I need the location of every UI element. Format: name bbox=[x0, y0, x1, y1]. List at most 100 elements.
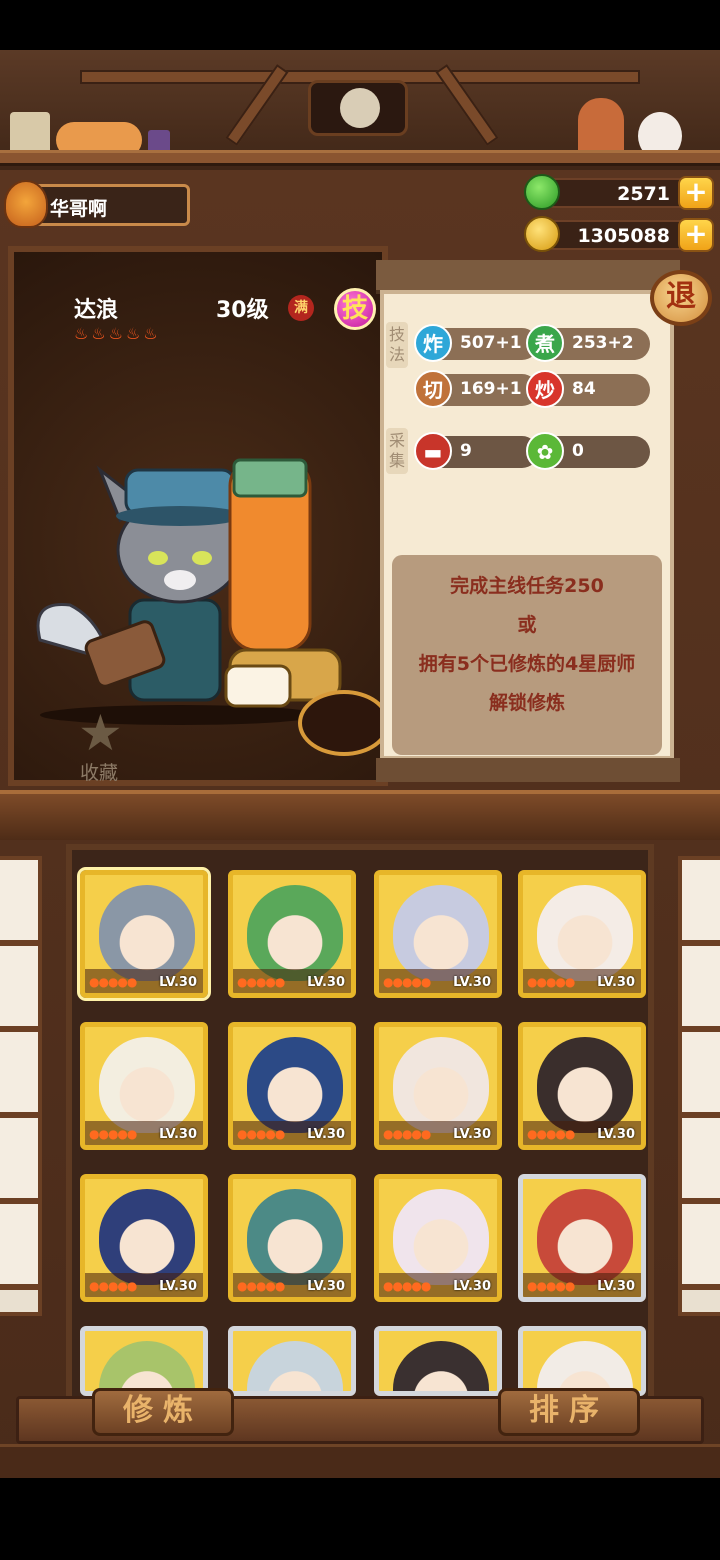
chef-portrait bbox=[247, 1189, 343, 1285]
max-level-badge: 满 bbox=[288, 295, 314, 321]
chef-name: 达浪 bbox=[74, 298, 119, 323]
flame-star-icon: ♨ bbox=[91, 324, 106, 343]
wolf-eye bbox=[192, 551, 212, 565]
card-stars: ●●●●● bbox=[527, 1127, 575, 1141]
card-stars: ●●●●● bbox=[89, 1127, 137, 1141]
chef-card[interactable]: ●●●●● LV.30 bbox=[228, 870, 356, 998]
left-door bbox=[0, 856, 42, 1316]
chef-card[interactable] bbox=[228, 1326, 356, 1396]
add-jade-button[interactable]: + bbox=[678, 176, 714, 210]
gold-currency: 1305088 + bbox=[524, 216, 714, 252]
flame-star-icon: ♨ bbox=[74, 324, 89, 343]
card-stars: ●●●●● bbox=[237, 1127, 285, 1141]
chef-card[interactable] bbox=[518, 1326, 646, 1396]
wolf-chef-illustration bbox=[36, 458, 342, 725]
cultivate-button[interactable]: 修炼 bbox=[92, 1388, 234, 1436]
flame-star-icon: ♨ bbox=[143, 324, 158, 343]
chef-card[interactable]: ●●●●● LV.30 bbox=[228, 1022, 356, 1150]
chef-card[interactable]: ●●●●● LV.30 bbox=[77, 867, 211, 1001]
scroll-top-roll bbox=[376, 260, 680, 294]
jade-currency: 2571 + bbox=[524, 174, 714, 210]
stat-value: 169+1 bbox=[460, 379, 522, 399]
card-level: LV.30 bbox=[307, 1127, 345, 1142]
unlock-line: 完成主线任务250 bbox=[450, 575, 604, 597]
flame-star-icon: ♨ bbox=[126, 324, 141, 343]
chef-card[interactable]: ●●●●● LV.30 bbox=[374, 1022, 502, 1150]
hat-brim bbox=[116, 506, 244, 526]
sort-button[interactable]: 排序 bbox=[498, 1388, 640, 1436]
shelf bbox=[0, 150, 720, 166]
chef-portrait bbox=[99, 1037, 195, 1133]
chef-card[interactable]: ●●●●● LV.30 bbox=[80, 1174, 208, 1302]
unlock-requirement-box: 完成主线任务250 或 拥有5个已修炼的4星厨师 解锁修炼 bbox=[392, 555, 662, 755]
gold-coin-icon bbox=[524, 216, 560, 252]
card-stars: ●●●●● bbox=[383, 1279, 431, 1293]
chef-portrait bbox=[247, 1037, 343, 1133]
roof-decoration bbox=[0, 50, 720, 170]
door-pane bbox=[0, 1032, 38, 1118]
card-level: LV.30 bbox=[453, 1279, 491, 1294]
flame-star-icon: ♨ bbox=[108, 324, 124, 343]
chef-portrait bbox=[393, 1037, 489, 1133]
card-stars: ●●●●● bbox=[89, 975, 137, 989]
chef-card[interactable]: ●●●●● LV.30 bbox=[518, 1022, 646, 1150]
door-pane bbox=[0, 860, 38, 946]
owl-icon bbox=[340, 88, 380, 128]
stat-stirfry: 炒 84 bbox=[526, 370, 650, 408]
stat-value: 84 bbox=[572, 379, 596, 399]
chef-card[interactable]: ●●●●● LV.30 bbox=[228, 1174, 356, 1302]
carrot-cup bbox=[224, 664, 292, 708]
wolf-snout bbox=[164, 570, 196, 590]
chef-card[interactable]: ●●●●● LV.30 bbox=[518, 1174, 646, 1302]
door-pane bbox=[682, 1204, 720, 1290]
player-name-plate[interactable]: 华哥啊 bbox=[4, 180, 190, 230]
add-gold-button[interactable]: + bbox=[678, 218, 714, 252]
stat-cut: 切 169+1 bbox=[414, 370, 538, 408]
favorite-star-icon[interactable]: ★ bbox=[78, 708, 123, 758]
door-pane bbox=[0, 946, 38, 1032]
chef-portrait bbox=[393, 1341, 489, 1391]
chef-portrait bbox=[99, 1189, 195, 1285]
card-stars: ●●●●● bbox=[89, 1279, 137, 1293]
chef-card[interactable] bbox=[374, 1326, 502, 1396]
stat-value: 0 bbox=[572, 441, 584, 461]
fox-avatar-icon[interactable] bbox=[4, 180, 48, 228]
stat-value: 253+2 bbox=[572, 333, 634, 353]
status-bar-area bbox=[0, 0, 720, 50]
jade-amount: 2571 bbox=[617, 183, 670, 205]
stat-vegetable: ✿ 0 bbox=[526, 432, 650, 470]
chef-portrait bbox=[537, 1189, 633, 1285]
card-level: LV.30 bbox=[597, 975, 635, 990]
chef-card[interactable]: ●●●●● LV.30 bbox=[374, 870, 502, 998]
card-stars: ●●●●● bbox=[237, 975, 285, 989]
chef-portrait bbox=[537, 1037, 633, 1133]
card-level: LV.30 bbox=[453, 975, 491, 990]
stat-meat: ▬ 9 bbox=[414, 432, 538, 470]
jade-coin-icon bbox=[524, 174, 560, 210]
player-name: 华哥啊 bbox=[50, 198, 108, 220]
exit-button[interactable]: 退 bbox=[650, 270, 712, 326]
door-pane bbox=[682, 1118, 720, 1204]
card-level: LV.30 bbox=[159, 975, 197, 990]
card-level: LV.30 bbox=[159, 1127, 197, 1142]
stat-boil: 煮 253+2 bbox=[526, 324, 650, 362]
gather-label: 采集 bbox=[386, 428, 408, 474]
meat-icon: ▬ bbox=[414, 432, 452, 470]
round-slot[interactable] bbox=[298, 690, 390, 756]
skill-button[interactable]: 技 bbox=[334, 288, 376, 330]
card-stars: ●●●●● bbox=[383, 975, 431, 989]
card-level: LV.30 bbox=[307, 975, 345, 990]
unlock-line: 解锁修炼 bbox=[488, 692, 565, 714]
right-door bbox=[678, 856, 720, 1316]
chef-portrait bbox=[247, 885, 343, 981]
chef-card[interactable] bbox=[80, 1326, 208, 1396]
chef-card[interactable]: ●●●●● LV.30 bbox=[518, 870, 646, 998]
door-pane bbox=[682, 860, 720, 946]
card-level: LV.30 bbox=[453, 1127, 491, 1142]
card-level: LV.30 bbox=[159, 1279, 197, 1294]
chef-card[interactable]: ●●●●● LV.30 bbox=[374, 1174, 502, 1302]
chef-card[interactable]: ●●●●● LV.30 bbox=[80, 1022, 208, 1150]
favorite-label[interactable]: 收藏 bbox=[80, 758, 118, 785]
door-pane bbox=[0, 1118, 38, 1204]
door-pane bbox=[682, 946, 720, 1032]
